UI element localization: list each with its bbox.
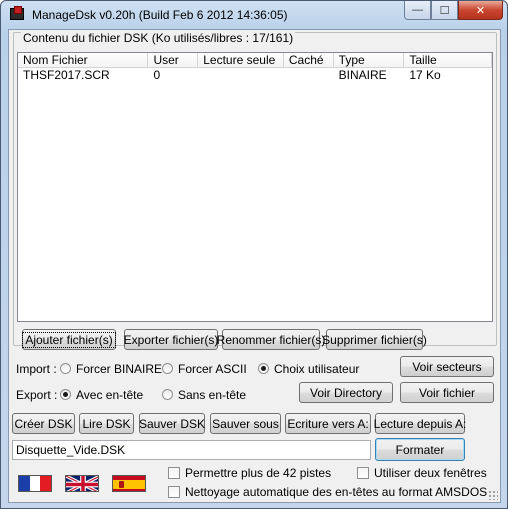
group-title: Contenu du fichier DSK (Ko utilisés/libr… [21, 31, 296, 45]
list-header: Nom Fichier User Lecture seule Caché Typ… [18, 53, 492, 68]
french-flag-icon[interactable] [18, 475, 52, 492]
cell-type: BINAIRE [338, 68, 387, 82]
cell-readonly [198, 68, 284, 83]
maximize-button[interactable]: ☐ [431, 1, 458, 20]
client-area: Contenu du fichier DSK (Ko utilisés/libr… [8, 29, 501, 503]
two-windows-label[interactable]: Utiliser deux fenêtres [374, 466, 487, 480]
two-windows-checkbox[interactable] [357, 467, 369, 479]
export-with-header-radio[interactable] [60, 389, 71, 400]
read-from-a-label: Lecture depuis A: [373, 416, 467, 431]
table-row[interactable]: THSF2017.SCR 0 BINAIRE 17 Ko [18, 68, 492, 83]
allow-42-tracks-checkbox[interactable] [168, 467, 180, 479]
save-dsk-button[interactable]: Sauver DSK [139, 413, 205, 434]
auto-clean-headers-checkbox[interactable] [168, 486, 180, 498]
dsk-filename-field[interactable]: Disquette_Vide.DSK [12, 440, 371, 460]
cell-user: 0 [153, 68, 161, 82]
export-files-button[interactable]: Exporter fichier(s) [124, 329, 218, 350]
cell-hidden [284, 68, 334, 83]
column-header-hidden[interactable]: Caché [283, 53, 334, 67]
save-dsk-label: Sauver DSK [138, 416, 206, 431]
read-dsk-label: Lire DSK [82, 416, 131, 431]
column-header-readonly[interactable]: Lecture seule [198, 53, 284, 67]
write-to-a-button[interactable]: Ecriture vers A: [285, 413, 371, 434]
import-force-ascii-label[interactable]: Forcer ASCII [178, 362, 247, 376]
import-force-binary-label[interactable]: Forcer BINAIRE [76, 362, 162, 376]
export-without-header-radio[interactable] [162, 389, 173, 400]
view-directory-label: Voir Directory [309, 385, 383, 400]
view-sectors-label: Voir secteurs [412, 359, 482, 374]
cell-name: THSF2017.SCR [23, 68, 110, 82]
rename-files-button[interactable]: Renommer fichier(s) [217, 329, 325, 350]
caption-buttons: — ☐ ✕ [404, 1, 503, 21]
format-label: Formater [395, 442, 445, 457]
delete-files-label: Supprimer fichier(s) [322, 332, 427, 347]
column-header-name[interactable]: Nom Fichier [18, 53, 149, 67]
cell-size: 17 Ko [409, 68, 441, 82]
create-dsk-button[interactable]: Créer DSK [12, 413, 75, 434]
column-header-size[interactable]: Taille [404, 53, 492, 67]
view-file-button[interactable]: Voir fichier [400, 382, 494, 403]
export-label: Export : [16, 388, 58, 402]
add-files-button[interactable]: Ajouter fichier(s) [22, 329, 116, 350]
view-file-label: Voir fichier [418, 385, 476, 400]
rename-files-label: Renommer fichier(s) [216, 332, 326, 347]
save-as-label: Sauver sous [212, 416, 279, 431]
export-with-header-label[interactable]: Avec en-tête [76, 388, 143, 402]
write-to-a-label: Ecriture vers A: [287, 416, 369, 431]
view-directory-button[interactable]: Voir Directory [299, 382, 393, 403]
minimize-button[interactable]: — [404, 1, 431, 20]
uk-flag-icon[interactable] [65, 475, 99, 492]
app-window: ManageDsk v0.20h (Build Feb 6 2012 14:36… [0, 0, 508, 509]
export-without-header-label[interactable]: Sans en-tête [178, 388, 246, 402]
column-header-user[interactable]: User [148, 53, 199, 67]
file-list[interactable]: Nom Fichier User Lecture seule Caché Typ… [17, 52, 493, 322]
view-sectors-button[interactable]: Voir secteurs [400, 356, 494, 377]
uk-flag-graphic [66, 476, 98, 491]
add-files-label: Ajouter fichier(s) [22, 331, 116, 348]
column-header-type[interactable]: Type [333, 53, 405, 67]
resize-grip[interactable] [488, 490, 498, 500]
window-title: ManageDsk v0.20h (Build Feb 6 2012 14:36… [32, 8, 288, 22]
import-force-binary-radio[interactable] [60, 363, 71, 374]
export-files-label: Exporter fichier(s) [123, 332, 219, 347]
app-icon [10, 6, 24, 20]
format-button[interactable]: Formater [375, 438, 465, 461]
import-user-choice-label[interactable]: Choix utilisateur [274, 362, 359, 376]
import-label: Import : [16, 362, 57, 376]
allow-42-tracks-label[interactable]: Permettre plus de 42 pistes [185, 466, 331, 480]
read-dsk-button[interactable]: Lire DSK [79, 413, 134, 434]
close-button[interactable]: ✕ [458, 1, 503, 20]
spanish-flag-icon[interactable] [112, 475, 146, 492]
delete-files-button[interactable]: Supprimer fichier(s) [322, 329, 427, 350]
title-bar[interactable]: ManageDsk v0.20h (Build Feb 6 2012 14:36… [1, 1, 507, 29]
import-force-ascii-radio[interactable] [162, 363, 173, 374]
create-dsk-label: Créer DSK [14, 416, 73, 431]
import-user-choice-radio[interactable] [258, 363, 269, 374]
maximize-icon: ☐ [439, 4, 450, 17]
close-icon: ✕ [475, 4, 486, 17]
read-from-a-button[interactable]: Lecture depuis A: [374, 413, 466, 434]
dsk-content-group: Contenu du fichier DSK (Ko utilisés/libr… [13, 31, 497, 350]
save-as-button[interactable]: Sauver sous [210, 413, 281, 434]
auto-clean-headers-label[interactable]: Nettoyage automatique des en-têtes au fo… [185, 485, 487, 499]
minimize-icon: — [412, 4, 423, 16]
